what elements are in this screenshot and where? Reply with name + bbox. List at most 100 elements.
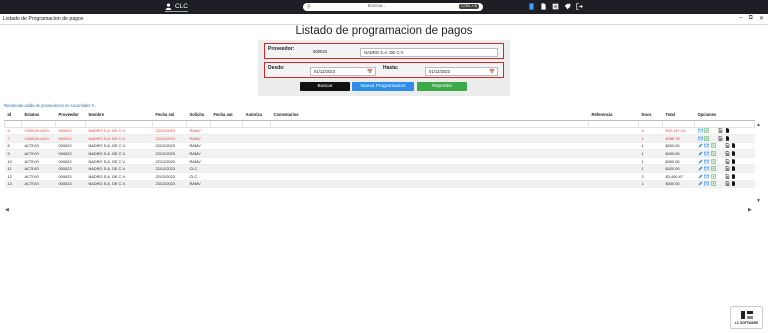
restore-icon[interactable]: ⧉ (749, 15, 753, 22)
cell-autoriza (242, 134, 271, 143)
col-header-docs[interactable]: Docs (638, 110, 663, 121)
table-row[interactable]: 7 CANCELADO 000023 NADRO S.A. DE C.V. 22/12/… (4, 134, 755, 143)
print-icon[interactable] (731, 166, 736, 172)
filter-cell[interactable] (210, 119, 243, 128)
pdf-icon[interactable] (725, 166, 730, 172)
filter-cell[interactable] (242, 119, 271, 128)
col-header-id[interactable]: Id (4, 110, 22, 121)
print-icon[interactable] (731, 151, 736, 156)
filter-cell[interactable] (638, 119, 663, 128)
excel-icon[interactable] (710, 174, 716, 179)
proveedor-code-field[interactable]: 000023 (310, 48, 352, 57)
col-header-comentarios[interactable]: Comentarios (270, 110, 589, 121)
edit-icon[interactable] (698, 151, 703, 156)
print-icon[interactable] (731, 181, 736, 187)
table-row[interactable]: 13 ACTIVO 000023 NADRO S.A. DE C.V. 23/12/20… (4, 180, 755, 189)
filter-cell[interactable] (186, 119, 211, 128)
filter-cell[interactable] (588, 119, 639, 128)
print-icon[interactable] (725, 128, 730, 134)
print-icon[interactable] (731, 174, 736, 179)
filter-cell[interactable] (4, 119, 22, 128)
calendar-icon[interactable]: 📅 (367, 69, 373, 75)
print-icon[interactable] (731, 158, 736, 164)
filter-cell[interactable] (270, 119, 589, 128)
filter-cell[interactable] (662, 119, 695, 128)
tag-icon[interactable] (564, 3, 571, 10)
col-header-solicita[interactable]: Solicita (186, 110, 211, 121)
buscar-button[interactable]: Buscar (300, 82, 350, 91)
col-header-opciones: Opciones (694, 110, 755, 121)
pdf-icon[interactable] (718, 135, 723, 141)
edit-icon[interactable] (698, 181, 703, 186)
excel-icon[interactable] (710, 158, 716, 164)
email-icon[interactable] (704, 151, 709, 156)
edit-icon[interactable] (698, 166, 703, 171)
pdf-icon[interactable] (718, 128, 723, 134)
calendar-icon[interactable]: 📅 (489, 69, 495, 75)
filter-cell[interactable] (21, 119, 56, 128)
user-menu[interactable]: CLC (165, 2, 189, 12)
document-icon[interactable] (540, 3, 547, 10)
scroll-up-arrow[interactable]: ▲ (756, 122, 761, 128)
excel-icon[interactable] (710, 181, 716, 187)
edit-icon[interactable] (698, 174, 703, 179)
minimize-icon[interactable]: – (739, 15, 742, 22)
email-icon[interactable] (697, 128, 703, 133)
recalcular-saldo-link[interactable]: Recalcular saldo de proveedores en sucur… (4, 103, 95, 108)
excel-icon[interactable] (710, 151, 716, 156)
col-header-referencia[interactable]: Referencia (588, 110, 639, 121)
search-icon: ⚲ (307, 3, 311, 10)
pdf-icon[interactable] (725, 151, 730, 157)
table-row[interactable]: 12 ACTIVO 000023 NADRO S.A. DE C.V. 22/12/20… (4, 172, 755, 181)
print-icon[interactable] (731, 143, 736, 149)
excel-icon[interactable] (704, 128, 709, 134)
col-header-total[interactable]: Total (662, 110, 695, 121)
print-icon[interactable] (725, 136, 730, 141)
search-input[interactable]: ⚲ Buscar... CTRL + K (303, 2, 483, 11)
col-header-fecha-sol[interactable]: Fecha sol (152, 110, 187, 121)
filter-cell[interactable] (85, 119, 153, 128)
pdf-icon[interactable] (725, 143, 730, 149)
filter-cell[interactable] (152, 119, 187, 128)
col-header-proveedor[interactable]: Proveedor (55, 110, 86, 121)
pdf-icon[interactable] (725, 181, 730, 187)
excel-icon[interactable] (710, 143, 716, 149)
nueva-programacion-button[interactable]: Nueva Programacion (352, 82, 414, 91)
email-icon[interactable] (697, 136, 703, 141)
proveedor-name-field[interactable]: NADRO S.A. DE C.V. (360, 48, 498, 57)
scroll-left-arrow[interactable]: ◀ (5, 207, 9, 213)
pdf-icon[interactable] (725, 158, 730, 164)
logout-icon[interactable] (576, 3, 583, 10)
email-icon[interactable] (704, 159, 709, 164)
email-icon[interactable] (704, 181, 709, 186)
cell-referencia (588, 149, 639, 158)
cell-fecha-sol: 22/12/2023 (152, 157, 187, 166)
scroll-down-arrow[interactable]: ▼ (756, 198, 761, 204)
close-icon[interactable]: ✕ (759, 15, 764, 22)
col-header-fecha-aut[interactable]: Fecha aut (210, 110, 243, 121)
hasta-date-field[interactable]: 01/12/2023 📅 (425, 67, 498, 76)
table-row[interactable]: 8 ACTIVO 000023 NADRO S.A. DE C.V. 22/12/202… (4, 142, 755, 151)
pdf-icon[interactable] (725, 173, 730, 179)
list-icon[interactable] (552, 3, 559, 10)
col-header-autoriza[interactable]: Autoriza (242, 110, 271, 121)
col-header-estatus[interactable]: Estatus (21, 110, 56, 121)
refresh-icon[interactable]: ↻ (91, 103, 94, 108)
filter-cell[interactable] (55, 119, 86, 128)
table-row[interactable]: 10 ACTIVO 000023 NADRO S.A. DE C.V. 22/12/20… (4, 157, 755, 166)
excel-icon[interactable] (704, 136, 709, 141)
table-row[interactable]: 11 ACTIVO 000023 NADRO S.A. DE C.V. 22/12/20… (4, 164, 755, 174)
col-header-nombre[interactable]: Nombre (85, 110, 153, 121)
edit-icon[interactable] (698, 143, 703, 148)
document-blue-icon[interactable] (528, 3, 535, 10)
reportes-button[interactable]: Reportes (417, 82, 467, 91)
edit-icon[interactable] (698, 159, 703, 164)
email-icon[interactable] (704, 143, 709, 148)
email-icon[interactable] (704, 166, 709, 171)
desde-date-field[interactable]: 01/12/2023 📅 (310, 67, 376, 76)
scroll-right-arrow[interactable]: ▶ (748, 207, 752, 213)
table-row[interactable]: 6 CANCELADO 000023 NADRO S.A. DE C.V. 22/12/… (4, 127, 755, 136)
email-icon[interactable] (704, 174, 709, 179)
table-row[interactable]: 9 ACTIVO 000023 NADRO S.A. DE C.V. 22/12/202… (4, 149, 755, 158)
excel-icon[interactable] (710, 166, 716, 172)
